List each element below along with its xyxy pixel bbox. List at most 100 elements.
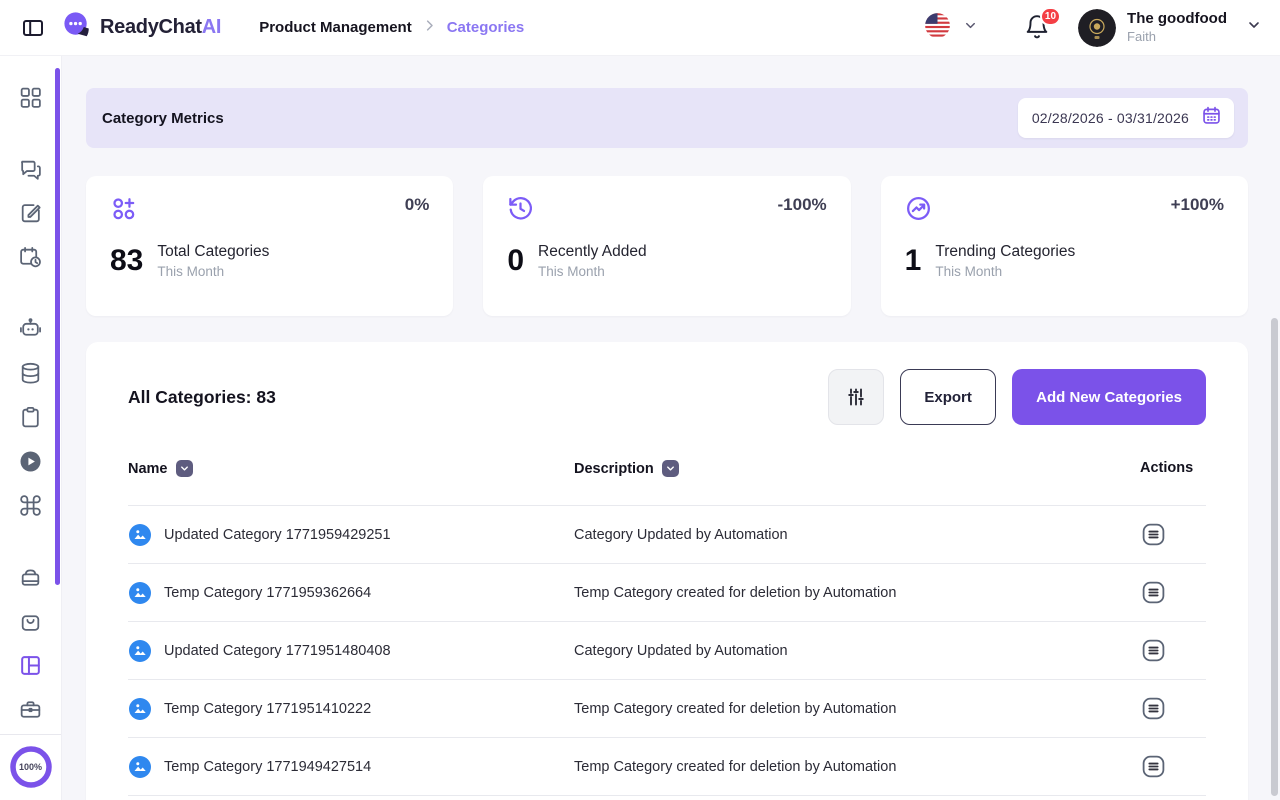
breadcrumb: Product Management Categories [259, 18, 524, 38]
metric-value: 1 [905, 246, 922, 276]
chevron-down-icon [665, 463, 676, 474]
main-content: Category Metrics 02/28/2026 - 03/31/2026… [62, 56, 1280, 800]
category-image-icon [128, 581, 152, 605]
table-row[interactable]: Updated Category 1771951480408 Category … [128, 622, 1206, 680]
user-subtitle: Faith [1127, 29, 1227, 45]
metric-card-total-categories: 0% 83 Total Categories This Month [86, 176, 453, 316]
category-name: Temp Category 1771951410222 [164, 701, 371, 717]
category-image-icon [128, 697, 152, 721]
name-sort-dropdown[interactable] [176, 460, 193, 477]
category-image-icon [128, 523, 152, 547]
usage-progress-ring[interactable]: 100% [9, 745, 53, 789]
page-scrollbar[interactable] [1271, 318, 1278, 796]
export-button[interactable]: Export [900, 369, 996, 425]
metric-change: -100% [778, 195, 827, 215]
sidebar-scrollbar[interactable] [55, 68, 60, 585]
chevron-down-icon [179, 463, 190, 474]
calendar-icon [1201, 105, 1222, 131]
category-description: Temp Category created for deletion by Au… [574, 585, 1140, 601]
category-name: Temp Category 1771959362664 [164, 585, 371, 601]
column-header-actions: Actions [1140, 460, 1206, 476]
sidebar-item-business[interactable] [18, 696, 44, 722]
sidebar-divider [0, 734, 61, 735]
breadcrumb-current[interactable]: Categories [447, 19, 525, 36]
metric-value: 83 [110, 246, 143, 276]
sidebar-item-products[interactable] [18, 608, 44, 634]
metrics-bar: Category Metrics 02/28/2026 - 03/31/2026 [86, 88, 1248, 148]
category-name: Updated Category 1771951480408 [164, 643, 391, 659]
category-description: Category Updated by Automation [574, 643, 1140, 659]
row-actions-button[interactable] [1140, 521, 1167, 548]
column-header-name: Name [128, 461, 168, 477]
notifications-button[interactable]: 10 [1024, 14, 1052, 42]
metric-change: 0% [405, 195, 430, 215]
category-name: Temp Category 1771949427514 [164, 759, 371, 775]
table-row[interactable]: Temp Category 1771951410222 Temp Categor… [128, 680, 1206, 738]
metric-value: 0 [507, 246, 524, 276]
table-body: Updated Category 1771959429251 Category … [128, 506, 1206, 796]
category-image-icon [128, 755, 152, 779]
database-icon [18, 361, 43, 386]
play-circle-icon [18, 449, 43, 474]
sidebar-item-bot[interactable] [18, 315, 44, 341]
filter-sliders-icon [844, 385, 868, 409]
menu-squircle-icon [1140, 695, 1167, 722]
table-row[interactable]: Updated Category 1771959429251 Category … [128, 506, 1206, 564]
avatar [1078, 9, 1116, 47]
metric-label: Total Categories [157, 243, 269, 261]
row-actions-button[interactable] [1140, 579, 1167, 606]
sidebar-item-compose[interactable] [18, 200, 44, 226]
notification-count-badge: 10 [1040, 7, 1061, 26]
brand-logo-icon [62, 10, 93, 46]
top-header: ReadyChatAI Product Management Categorie… [0, 0, 1280, 56]
clipboard-icon [18, 405, 43, 430]
progress-label: 100% [9, 745, 53, 789]
layout-board-icon [18, 653, 43, 678]
sidebar-item-schedule[interactable] [18, 244, 44, 270]
table-row[interactable]: Temp Category 1771959362664 Temp Categor… [128, 564, 1206, 622]
category-name: Updated Category 1771959429251 [164, 527, 391, 543]
sidebar-item-database[interactable] [18, 360, 44, 386]
us-flag-icon [924, 12, 951, 44]
chevron-right-icon [422, 18, 437, 38]
sidebar-item-clipboard[interactable] [18, 404, 44, 430]
column-header-description: Description [574, 461, 654, 477]
metric-card-recently-added: -100% 0 Recently Added This Month [483, 176, 850, 316]
sidebar-toggle-icon[interactable] [20, 15, 46, 41]
category-image-icon [128, 639, 152, 663]
date-range-picker[interactable]: 02/28/2026 - 03/31/2026 [1018, 98, 1234, 138]
row-actions-button[interactable] [1140, 637, 1167, 664]
metric-cards: 0% 83 Total Categories This Month -100% … [86, 176, 1248, 316]
sidebar-item-media[interactable] [18, 448, 44, 474]
breadcrumb-section[interactable]: Product Management [259, 19, 412, 36]
sidebar-item-orders[interactable] [18, 564, 44, 590]
metric-sublabel: This Month [935, 264, 1075, 279]
categories-icon [110, 195, 137, 227]
metric-sublabel: This Month [157, 264, 269, 279]
description-sort-dropdown[interactable] [662, 460, 679, 477]
menu-squircle-icon [1140, 637, 1167, 664]
command-icon [18, 493, 43, 518]
package-icon [18, 565, 43, 590]
sidebar-item-chats[interactable] [18, 156, 44, 182]
sidebar: 100% [0, 56, 62, 800]
table-row[interactable]: Temp Category 1771949427514 Temp Categor… [128, 738, 1206, 796]
row-actions-button[interactable] [1140, 695, 1167, 722]
category-description: Category Updated by Automation [574, 527, 1140, 543]
add-new-categories-button[interactable]: Add New Categories [1012, 369, 1206, 425]
filter-button[interactable] [828, 369, 884, 425]
robot-icon [18, 316, 43, 341]
sidebar-item-shortcuts[interactable] [18, 492, 44, 518]
language-selector[interactable] [924, 12, 978, 44]
row-actions-button[interactable] [1140, 753, 1167, 780]
categories-table-card: All Categories: 83 Export Add New Catego… [86, 342, 1248, 800]
trending-icon [905, 195, 932, 227]
sidebar-item-categories[interactable] [18, 652, 44, 678]
user-name: The goodfood [1127, 10, 1227, 29]
user-menu[interactable]: The goodfood Faith [1078, 9, 1262, 47]
category-description: Temp Category created for deletion by Au… [574, 701, 1140, 717]
metric-card-trending-categories: +100% 1 Trending Categories This Month [881, 176, 1248, 316]
brand-logo[interactable]: ReadyChatAI [62, 10, 221, 46]
table-header-row: Name Description Actions [128, 460, 1206, 506]
sidebar-item-dashboard[interactable] [18, 84, 44, 110]
